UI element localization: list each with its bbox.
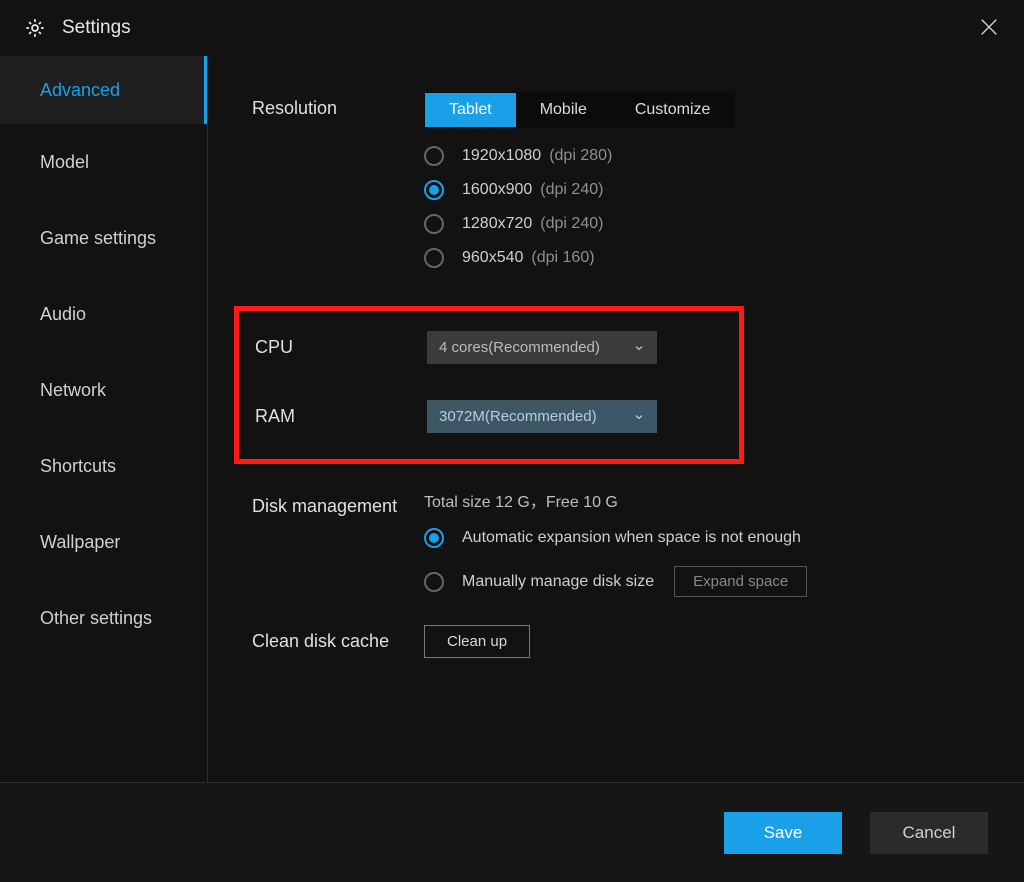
clean-up-button[interactable]: Clean up (424, 625, 530, 658)
radio-icon (424, 572, 444, 592)
sidebar-item-label: Other settings (40, 608, 152, 629)
cpu-value: 4 cores(Recommended) (439, 339, 600, 356)
radio-1280x720[interactable]: 1280x720 (dpi 240) (424, 214, 996, 234)
resolution-value: 1920x1080 (462, 147, 541, 165)
radio-icon (424, 180, 444, 200)
sidebar-item-other-settings[interactable]: Other settings (0, 580, 207, 656)
resolution-value: 1600x900 (462, 181, 532, 199)
button-label: Cancel (903, 823, 956, 843)
sidebar-item-audio[interactable]: Audio (0, 276, 207, 352)
resolution-value: 960x540 (462, 249, 523, 267)
radio-960x540[interactable]: 960x540 (dpi 160) (424, 248, 996, 268)
resolution-dpi: (dpi 280) (549, 147, 612, 165)
sidebar-item-label: Audio (40, 304, 86, 325)
radio-1920x1080[interactable]: 1920x1080 (dpi 280) (424, 146, 996, 166)
disk-size-text: Total size 12 G，Free 10 G (424, 488, 996, 512)
title-bar: Settings (0, 0, 1024, 56)
resolution-value: 1280x720 (462, 215, 532, 233)
chevron-down-icon (633, 342, 645, 354)
ram-dropdown[interactable]: 3072M(Recommended) (427, 400, 657, 433)
sidebar-item-label: Shortcuts (40, 456, 116, 477)
resolution-dpi: (dpi 240) (540, 181, 603, 199)
disk-management-label: Disk management (252, 488, 424, 597)
radio-label: Manually manage disk size (462, 573, 654, 591)
cancel-button[interactable]: Cancel (870, 812, 988, 854)
tab-tablet[interactable]: Tablet (425, 93, 516, 127)
sidebar-item-label: Wallpaper (40, 532, 120, 553)
tab-label: Mobile (540, 101, 587, 118)
disk-mode-options: Automatic expansion when space is not en… (424, 528, 996, 597)
tab-label: Tablet (449, 101, 492, 118)
sidebar-item-shortcuts[interactable]: Shortcuts (0, 428, 207, 504)
page-title: Settings (62, 17, 131, 39)
resolution-dpi: (dpi 240) (540, 215, 603, 233)
radio-icon (424, 248, 444, 268)
ram-value: 3072M(Recommended) (439, 408, 597, 425)
sidebar: Advanced Model Game settings Audio Netwo… (0, 56, 208, 782)
sidebar-item-wallpaper[interactable]: Wallpaper (0, 504, 207, 580)
cpu-row: CPU 4 cores(Recommended) (255, 331, 723, 364)
radio-icon (424, 146, 444, 166)
clean-cache-label: Clean disk cache (252, 625, 424, 658)
radio-manual-disk[interactable]: Manually manage disk size Expand space (424, 566, 996, 597)
radio-icon (424, 528, 444, 548)
ram-label: RAM (255, 406, 427, 427)
save-button[interactable]: Save (724, 812, 842, 854)
radio-1600x900[interactable]: 1600x900 (dpi 240) (424, 180, 996, 200)
ram-row: RAM 3072M(Recommended) (255, 400, 723, 433)
sidebar-item-label: Network (40, 380, 106, 401)
tab-label: Customize (635, 101, 711, 118)
sidebar-item-advanced[interactable]: Advanced (0, 56, 207, 124)
radio-icon (424, 214, 444, 234)
sidebar-item-network[interactable]: Network (0, 352, 207, 428)
tab-customize[interactable]: Customize (611, 93, 735, 127)
resolution-row: Resolution Tablet Mobile Customize 1920x… (252, 92, 996, 282)
cpu-ram-highlight: CPU 4 cores(Recommended) RAM 3072M(Recom… (234, 306, 744, 464)
main-panel: Resolution Tablet Mobile Customize 1920x… (208, 56, 1024, 782)
resolution-label: Resolution (252, 92, 424, 282)
sidebar-item-game-settings[interactable]: Game settings (0, 200, 207, 276)
expand-space-button[interactable]: Expand space (674, 566, 807, 597)
sidebar-item-label: Game settings (40, 228, 156, 249)
sidebar-item-label: Advanced (40, 80, 120, 101)
chevron-down-icon (633, 411, 645, 423)
resolution-mode-tabs: Tablet Mobile Customize (424, 92, 735, 128)
cpu-label: CPU (255, 337, 427, 358)
disk-management-row: Disk management Total size 12 G，Free 10 … (252, 488, 996, 597)
close-icon[interactable] (978, 16, 1000, 38)
resolution-options: 1920x1080 (dpi 280) 1600x900 (dpi 240) 1… (424, 146, 996, 268)
sidebar-item-model[interactable]: Model (0, 124, 207, 200)
tab-mobile[interactable]: Mobile (516, 93, 611, 127)
clean-cache-row: Clean disk cache Clean up (252, 625, 996, 658)
resolution-dpi: (dpi 160) (531, 249, 594, 267)
button-label: Save (764, 823, 803, 843)
radio-auto-expansion[interactable]: Automatic expansion when space is not en… (424, 528, 996, 548)
gear-icon (24, 17, 62, 39)
cpu-dropdown[interactable]: 4 cores(Recommended) (427, 331, 657, 364)
sidebar-item-label: Model (40, 152, 89, 173)
footer: Save Cancel (0, 782, 1024, 882)
radio-label: Automatic expansion when space is not en… (462, 529, 801, 547)
